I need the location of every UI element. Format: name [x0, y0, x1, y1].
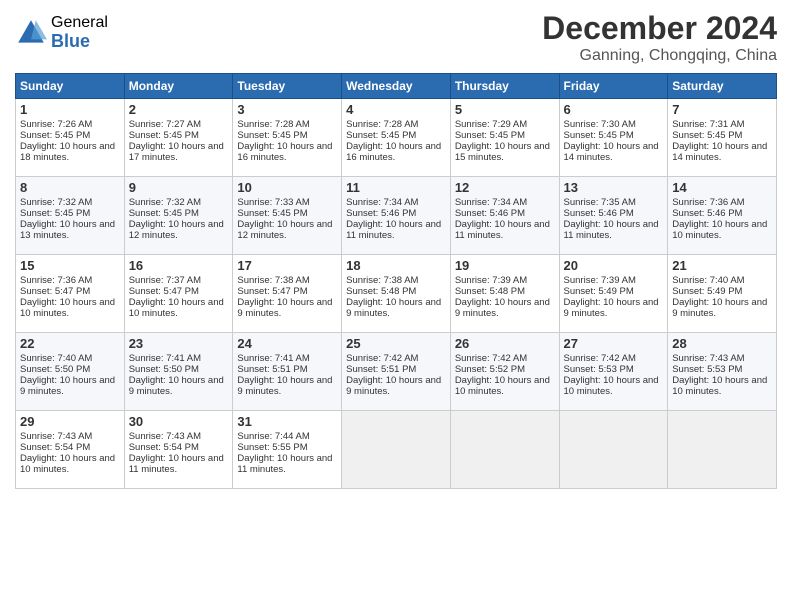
- day-number: 26: [455, 336, 555, 351]
- day-number: 25: [346, 336, 446, 351]
- week-row: 29 Sunrise: 7:43 AM Sunset: 5:54 PM Dayl…: [16, 411, 777, 489]
- day-number: 5: [455, 102, 555, 117]
- table-row: 31 Sunrise: 7:44 AM Sunset: 5:55 PM Dayl…: [233, 411, 342, 489]
- week-row: 8 Sunrise: 7:32 AM Sunset: 5:45 PM Dayli…: [16, 177, 777, 255]
- table-row: 13 Sunrise: 7:35 AM Sunset: 5:46 PM Dayl…: [559, 177, 668, 255]
- table-row: 5 Sunrise: 7:29 AM Sunset: 5:45 PM Dayli…: [450, 99, 559, 177]
- empty-cell: [668, 411, 777, 489]
- day-number: 3: [237, 102, 337, 117]
- day-number: 15: [20, 258, 120, 273]
- table-row: 27 Sunrise: 7:42 AM Sunset: 5:53 PM Dayl…: [559, 333, 668, 411]
- table-row: 10 Sunrise: 7:33 AM Sunset: 5:45 PM Dayl…: [233, 177, 342, 255]
- logo-blue-text: Blue: [51, 32, 108, 52]
- table-row: 23 Sunrise: 7:41 AM Sunset: 5:50 PM Dayl…: [124, 333, 233, 411]
- table-row: 18 Sunrise: 7:38 AM Sunset: 5:48 PM Dayl…: [342, 255, 451, 333]
- calendar-body: 1 Sunrise: 7:26 AM Sunset: 5:45 PM Dayli…: [16, 99, 777, 489]
- table-row: 29 Sunrise: 7:43 AM Sunset: 5:54 PM Dayl…: [16, 411, 125, 489]
- logo-general: General: [51, 14, 108, 32]
- day-number: 27: [564, 336, 664, 351]
- location: Ganning, Chongqing, China: [542, 47, 777, 65]
- week-row: 1 Sunrise: 7:26 AM Sunset: 5:45 PM Dayli…: [16, 99, 777, 177]
- day-number: 14: [672, 180, 772, 195]
- day-number: 21: [672, 258, 772, 273]
- logo-icon: [15, 17, 47, 49]
- day-number: 28: [672, 336, 772, 351]
- th-saturday: Saturday: [668, 74, 777, 99]
- th-monday: Monday: [124, 74, 233, 99]
- table-row: 11 Sunrise: 7:34 AM Sunset: 5:46 PM Dayl…: [342, 177, 451, 255]
- day-number: 7: [672, 102, 772, 117]
- empty-cell: [450, 411, 559, 489]
- day-number: 1: [20, 102, 120, 117]
- table-row: 3 Sunrise: 7:28 AM Sunset: 5:45 PM Dayli…: [233, 99, 342, 177]
- day-number: 29: [20, 414, 120, 429]
- table-row: 12 Sunrise: 7:34 AM Sunset: 5:46 PM Dayl…: [450, 177, 559, 255]
- day-number: 9: [129, 180, 229, 195]
- week-row: 15 Sunrise: 7:36 AM Sunset: 5:47 PM Dayl…: [16, 255, 777, 333]
- table-row: 28 Sunrise: 7:43 AM Sunset: 5:53 PM Dayl…: [668, 333, 777, 411]
- table-row: 22 Sunrise: 7:40 AM Sunset: 5:50 PM Dayl…: [16, 333, 125, 411]
- table-row: 8 Sunrise: 7:32 AM Sunset: 5:45 PM Dayli…: [16, 177, 125, 255]
- empty-cell: [559, 411, 668, 489]
- th-tuesday: Tuesday: [233, 74, 342, 99]
- day-number: 11: [346, 180, 446, 195]
- day-number: 23: [129, 336, 229, 351]
- table-row: 24 Sunrise: 7:41 AM Sunset: 5:51 PM Dayl…: [233, 333, 342, 411]
- table-row: 4 Sunrise: 7:28 AM Sunset: 5:45 PM Dayli…: [342, 99, 451, 177]
- day-number: 10: [237, 180, 337, 195]
- table-row: 1 Sunrise: 7:26 AM Sunset: 5:45 PM Dayli…: [16, 99, 125, 177]
- table-row: 21 Sunrise: 7:40 AM Sunset: 5:49 PM Dayl…: [668, 255, 777, 333]
- day-number: 8: [20, 180, 120, 195]
- table-row: 15 Sunrise: 7:36 AM Sunset: 5:47 PM Dayl…: [16, 255, 125, 333]
- table-row: 26 Sunrise: 7:42 AM Sunset: 5:52 PM Dayl…: [450, 333, 559, 411]
- table-row: 30 Sunrise: 7:43 AM Sunset: 5:54 PM Dayl…: [124, 411, 233, 489]
- calendar-table: Sunday Monday Tuesday Wednesday Thursday…: [15, 73, 777, 489]
- table-row: 19 Sunrise: 7:39 AM Sunset: 5:48 PM Dayl…: [450, 255, 559, 333]
- day-number: 20: [564, 258, 664, 273]
- header-row: Sunday Monday Tuesday Wednesday Thursday…: [16, 74, 777, 99]
- day-number: 2: [129, 102, 229, 117]
- day-number: 19: [455, 258, 555, 273]
- day-number: 4: [346, 102, 446, 117]
- day-number: 30: [129, 414, 229, 429]
- day-number: 13: [564, 180, 664, 195]
- table-row: 6 Sunrise: 7:30 AM Sunset: 5:45 PM Dayli…: [559, 99, 668, 177]
- table-row: 20 Sunrise: 7:39 AM Sunset: 5:49 PM Dayl…: [559, 255, 668, 333]
- day-number: 12: [455, 180, 555, 195]
- month-title: December 2024: [542, 10, 777, 47]
- header: General Blue December 2024 Ganning, Chon…: [15, 10, 777, 65]
- table-row: 9 Sunrise: 7:32 AM Sunset: 5:45 PM Dayli…: [124, 177, 233, 255]
- day-number: 17: [237, 258, 337, 273]
- th-wednesday: Wednesday: [342, 74, 451, 99]
- calendar-container: General Blue December 2024 Ganning, Chon…: [0, 0, 792, 612]
- empty-cell: [342, 411, 451, 489]
- table-row: 16 Sunrise: 7:37 AM Sunset: 5:47 PM Dayl…: [124, 255, 233, 333]
- day-number: 18: [346, 258, 446, 273]
- table-row: 17 Sunrise: 7:38 AM Sunset: 5:47 PM Dayl…: [233, 255, 342, 333]
- day-number: 24: [237, 336, 337, 351]
- day-number: 16: [129, 258, 229, 273]
- table-row: 25 Sunrise: 7:42 AM Sunset: 5:51 PM Dayl…: [342, 333, 451, 411]
- th-thursday: Thursday: [450, 74, 559, 99]
- title-block: December 2024 Ganning, Chongqing, China: [542, 10, 777, 65]
- logo-text: General Blue: [51, 14, 108, 51]
- table-row: 2 Sunrise: 7:27 AM Sunset: 5:45 PM Dayli…: [124, 99, 233, 177]
- day-number: 6: [564, 102, 664, 117]
- th-sunday: Sunday: [16, 74, 125, 99]
- table-row: 14 Sunrise: 7:36 AM Sunset: 5:46 PM Dayl…: [668, 177, 777, 255]
- day-number: 31: [237, 414, 337, 429]
- day-number: 22: [20, 336, 120, 351]
- week-row: 22 Sunrise: 7:40 AM Sunset: 5:50 PM Dayl…: [16, 333, 777, 411]
- table-row: 7 Sunrise: 7:31 AM Sunset: 5:45 PM Dayli…: [668, 99, 777, 177]
- logo: General Blue: [15, 14, 108, 51]
- th-friday: Friday: [559, 74, 668, 99]
